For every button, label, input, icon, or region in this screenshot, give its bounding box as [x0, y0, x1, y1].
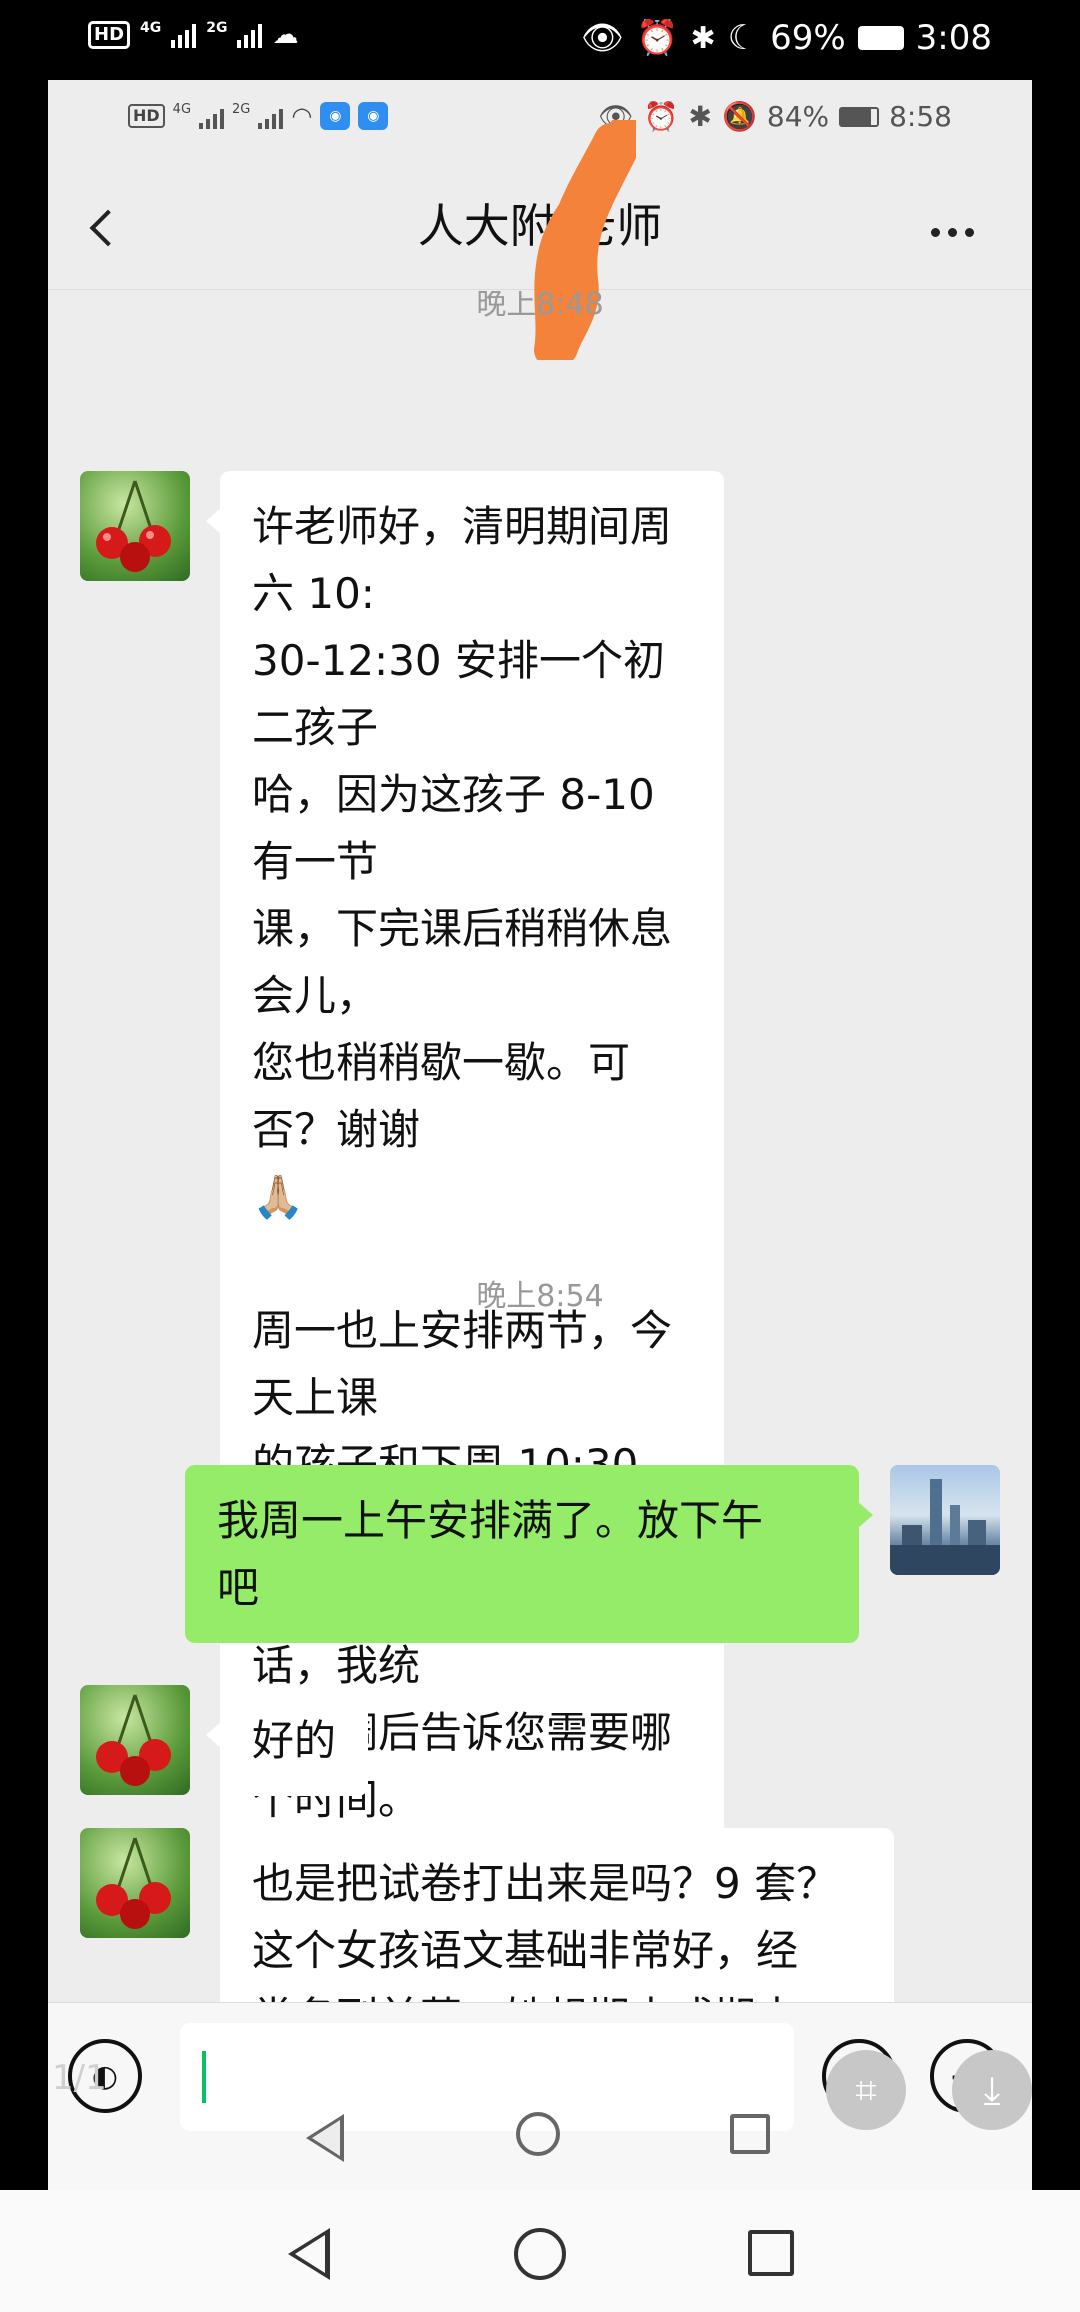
cherry-icon: [96, 1837, 171, 1929]
wifi-icon: ◠: [291, 102, 313, 130]
nav-back-icon[interactable]: [306, 2114, 344, 2162]
moon-icon: ☾: [727, 18, 759, 58]
sent-message[interactable]: 我周一上午安排满了。放下午 吧: [185, 1465, 873, 1643]
network-type-label: 2G: [206, 20, 228, 36]
message-text: 也是把试卷打出来是吗？9 套？ 这个女孩语文基础非常好，经 常名列前茅，她想期中…: [252, 1859, 839, 2002]
alarm-icon: ⏰: [636, 18, 679, 58]
cherry-icon: [96, 480, 171, 572]
signal-icon: [237, 22, 263, 48]
download-icon: ⤓: [983, 2067, 1001, 2112]
battery-percent: 84%: [766, 100, 830, 133]
message-timestamp: 晚上8:48: [476, 291, 604, 322]
nav-recents-icon[interactable]: [748, 2230, 794, 2276]
inner-status-right: 👁 ⏰ ✱ 🔕 84% 8:58: [598, 100, 952, 133]
contact-avatar[interactable]: [80, 471, 190, 581]
network-type-label: 2G: [232, 102, 251, 117]
system-navigation-bar: [0, 2190, 1080, 2312]
screenshot-scan-button[interactable]: ⌗: [826, 2050, 906, 2130]
city-skyline-icon: [890, 1479, 1000, 1575]
text-caret: [202, 2051, 206, 2103]
message-input[interactable]: [180, 2023, 794, 2131]
contact-avatar[interactable]: [80, 1828, 190, 1938]
inner-navigation-bar: [48, 2112, 1032, 2190]
hd-badge: HD: [128, 104, 165, 128]
nav-recents-icon[interactable]: [730, 2114, 770, 2154]
battery-icon: [857, 26, 904, 50]
message-list[interactable]: 晚上8:48 许老师好，清明期间周六 10: 30-12:30 安排一个初二孩子…: [48, 291, 1032, 2002]
battery-percent: 69%: [770, 18, 846, 58]
message-text: 好的: [252, 1716, 337, 1765]
signal-icon: [258, 103, 284, 129]
message-text: 我周一上午安排满了。放下午 吧: [217, 1496, 764, 1612]
message-timestamp: 晚上8:54: [476, 1279, 604, 1314]
cherry-icon: [96, 1694, 171, 1786]
outer-status-left: HD 4G 2G ☁: [88, 20, 298, 50]
network-type-label: 4G: [140, 20, 162, 36]
inner-status-left: HD 4G 2G ◠ ◉ ◉: [128, 102, 389, 130]
signal-icon: [171, 22, 197, 48]
my-avatar[interactable]: [890, 1465, 1000, 1575]
clock-time: 3:08: [915, 18, 992, 58]
eye-icon: 👁: [580, 18, 625, 58]
received-message[interactable]: 好的: [205, 1685, 369, 1796]
weather-icon: ☁: [272, 20, 299, 50]
network-type-label: 4G: [172, 102, 192, 117]
alarm-icon: ⏰: [643, 100, 679, 133]
signal-icon: [199, 103, 225, 129]
bluetooth-icon: ✱: [688, 100, 712, 133]
outer-status-bar: HD 4G 2G ☁ 👁 ⏰ ✱ ☾ 69% 3:08: [0, 0, 1080, 80]
mute-icon: 🔕: [722, 100, 757, 133]
nav-back-icon[interactable]: [288, 2228, 330, 2280]
nav-home-icon[interactable]: [516, 2112, 560, 2156]
contact-avatar[interactable]: [80, 1685, 190, 1795]
hotspot-icon: ◉: [320, 102, 351, 130]
outer-status-right: 👁 ⏰ ✱ ☾ 69% 3:08: [581, 18, 992, 58]
hotspot-icon: ◉: [358, 102, 389, 130]
download-button[interactable]: ⤓: [952, 2050, 1032, 2130]
clock-time: 8:58: [889, 100, 952, 133]
page-indicator: 1/1: [52, 2058, 107, 2098]
chat-screen: HD 4G 2G ◠ ◉ ◉ 👁 ⏰ ✱ 🔕 84% 8:58 人大附 老师 晚…: [48, 80, 1032, 2190]
bluetooth-icon: ✱: [690, 20, 716, 56]
battery-icon: [839, 106, 880, 127]
hd-badge: HD: [88, 21, 131, 49]
scan-icon: ⌗: [855, 2067, 877, 2112]
nav-home-icon[interactable]: [514, 2228, 566, 2280]
received-message[interactable]: 也是把试卷打出来是吗？9 套？ 这个女孩语文基础非常好，经 常名列前茅，她想期中…: [220, 1828, 894, 2002]
